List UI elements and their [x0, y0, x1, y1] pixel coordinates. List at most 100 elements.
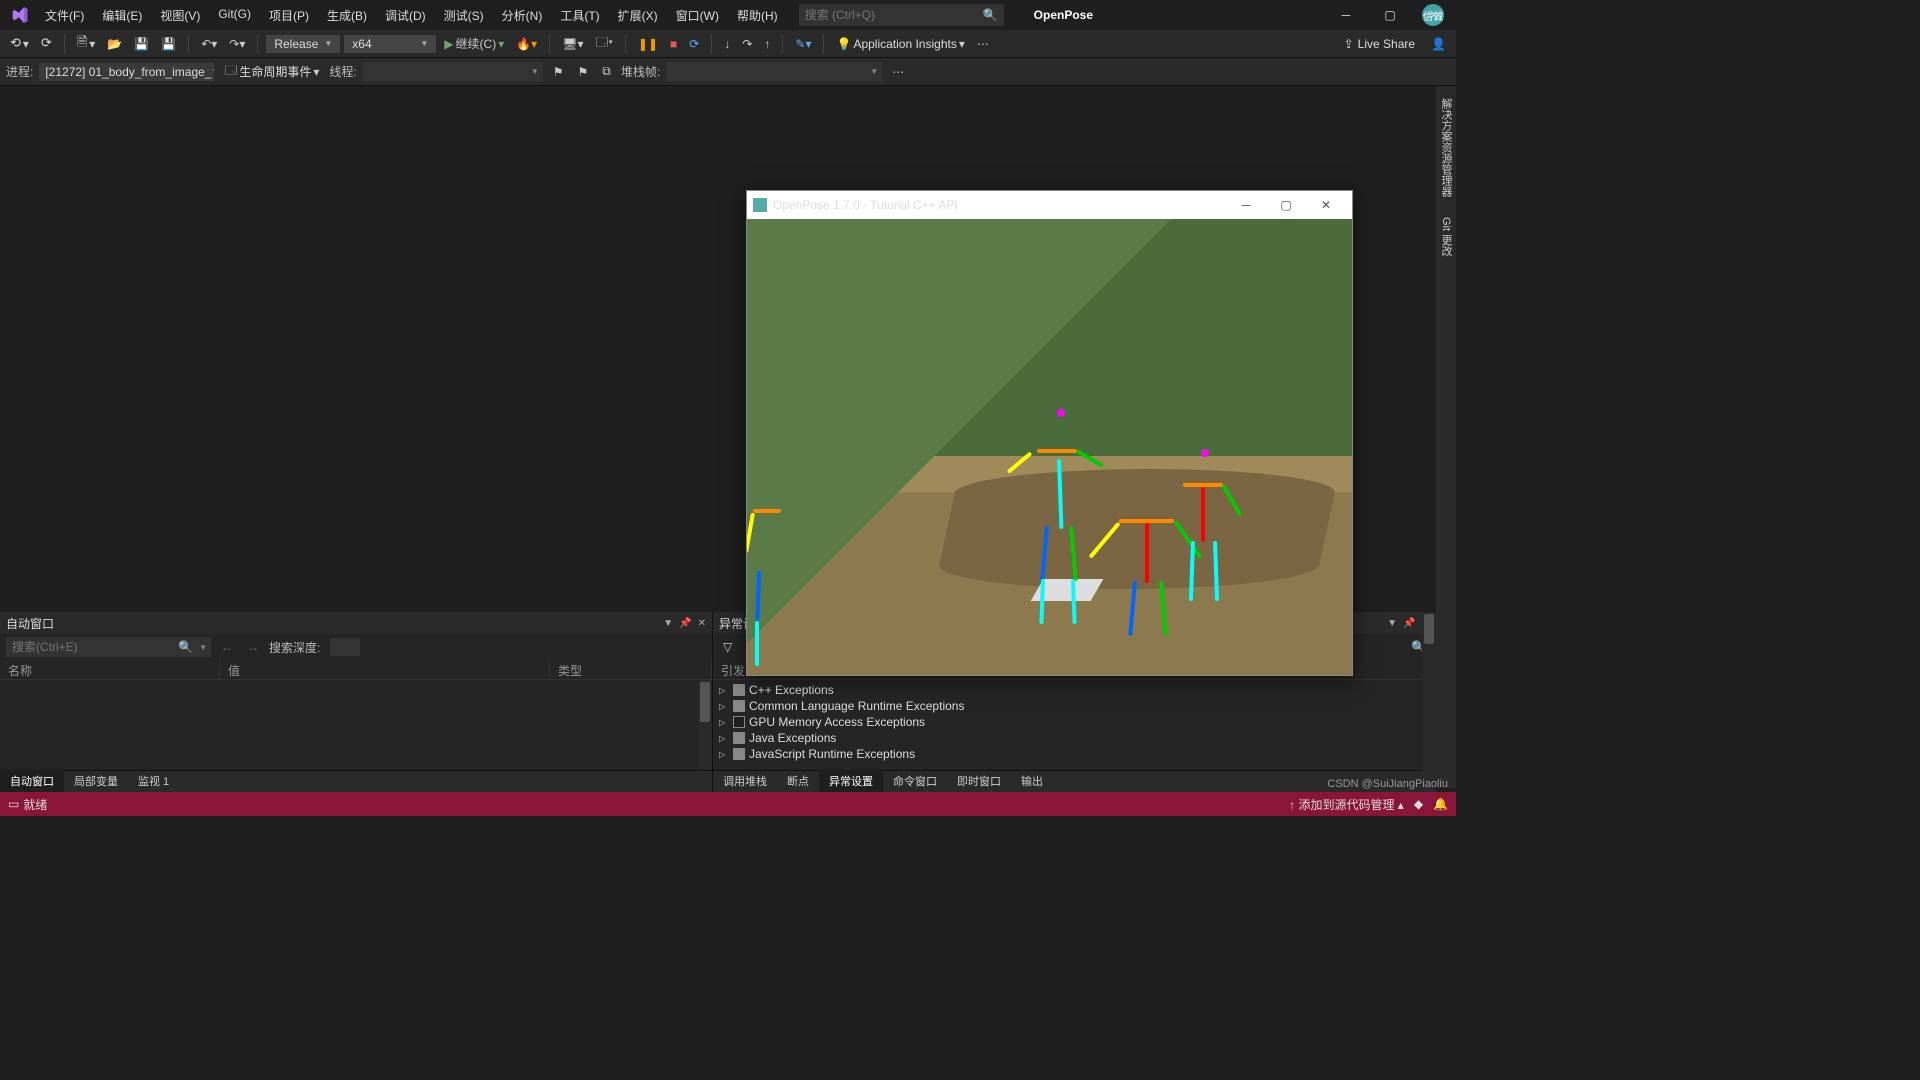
ex-row-clr[interactable]: ▷Common Language Runtime Exceptions	[713, 698, 1436, 714]
checkbox-icon[interactable]	[733, 700, 745, 712]
notifications-icon[interactable]: ▭	[8, 797, 19, 811]
tab-watch1[interactable]: 监视 1	[128, 770, 179, 792]
openpose-titlebar[interactable]: OpenPose 1.7.0 - Tutorial C++ API ─ ▢ ✕	[747, 191, 1352, 219]
menu-git[interactable]: Git(G)	[209, 3, 260, 28]
thread-dropdown[interactable]: ▼	[363, 62, 543, 82]
menu-test[interactable]: 测试(S)	[435, 3, 493, 28]
step-into-button[interactable]: ↓	[720, 35, 734, 53]
col-name[interactable]: 名称	[0, 660, 220, 679]
filter-icon[interactable]: ▽	[719, 638, 736, 656]
menu-window[interactable]: 窗口(W)	[667, 3, 728, 28]
checkbox-icon[interactable]	[733, 716, 745, 728]
tab-immediate[interactable]: 即时窗口	[947, 770, 1011, 792]
new-item-button[interactable]: 🗎▾	[73, 31, 99, 57]
step-over-button[interactable]: ↷	[738, 35, 756, 53]
flag2-button[interactable]: ⚑	[574, 63, 593, 81]
hot-reload-button[interactable]: 🔥▾	[512, 35, 541, 53]
vs-logo-icon	[10, 5, 30, 25]
live-share-button[interactable]: ⇪Live Share	[1344, 37, 1415, 51]
ex-row-gpu[interactable]: ▷GPU Memory Access Exceptions	[713, 714, 1436, 730]
feedback-button[interactable]: 👤	[1427, 35, 1450, 53]
continue-button[interactable]: ▶ 继续(C) ▾	[440, 33, 508, 54]
nav-fwd-button[interactable]: ⟳	[37, 34, 56, 53]
tab-autos[interactable]: 自动窗口	[0, 770, 64, 792]
menu-tools[interactable]: 工具(T)	[551, 3, 608, 28]
ex-row-cpp[interactable]: ▷C++ Exceptions	[713, 682, 1436, 698]
step-out-button[interactable]: ↑	[760, 35, 774, 53]
search-next-icon[interactable]: →	[243, 640, 263, 654]
menu-analyze[interactable]: 分析(N)	[493, 3, 552, 28]
menu-edit[interactable]: 编辑(E)	[93, 3, 151, 28]
win-maximize[interactable]: ▢	[1266, 191, 1306, 219]
minimize-button[interactable]: ─	[1324, 0, 1368, 30]
menu-extensions[interactable]: 扩展(X)	[609, 3, 667, 28]
menu-build[interactable]: 生成(B)	[318, 3, 376, 28]
source-control-button[interactable]: ↑ 添加到源代码管理 ▴	[1289, 796, 1404, 813]
tab-locals[interactable]: 局部变量	[64, 770, 128, 792]
stackframe-dropdown[interactable]: ▼	[666, 62, 882, 82]
autos-search-input[interactable]	[12, 640, 205, 654]
pin-icon[interactable]: 📌	[679, 618, 691, 629]
openpose-output-window[interactable]: OpenPose 1.7.0 - Tutorial C++ API ─ ▢ ✕	[746, 190, 1353, 676]
flag-button[interactable]: ⚑	[549, 63, 568, 81]
close-button[interactable]: ✕	[1412, 0, 1456, 30]
open-button[interactable]: 📂	[103, 35, 126, 53]
menu-project[interactable]: 项目(P)	[260, 3, 318, 28]
autos-search[interactable]: 🔍▼	[6, 637, 211, 657]
solution-explorer-tab[interactable]: 解决方案资源管理器	[1436, 94, 1456, 201]
platform-dropdown[interactable]: x64▼	[344, 35, 436, 53]
ex-row-java[interactable]: ▷Java Exceptions	[713, 730, 1436, 746]
undo-button[interactable]: ↶▾	[197, 35, 221, 53]
restart-button[interactable]: ⟳	[685, 35, 703, 53]
script-debug-button[interactable]: 🗔▾	[591, 31, 616, 56]
autos-scrollbar[interactable]	[698, 680, 712, 770]
panel-dropdown-icon[interactable]: ▼	[663, 618, 673, 629]
browser-button[interactable]: 🖥▾	[558, 35, 587, 53]
stop-button[interactable]: ■	[666, 35, 681, 53]
col-value[interactable]: 值	[220, 660, 550, 679]
nav-back-button[interactable]: ⟲▾	[6, 34, 33, 53]
git-changes-tab[interactable]: Git 更改	[1436, 213, 1456, 260]
checkbox-icon[interactable]	[733, 732, 745, 744]
tab-callstack[interactable]: 调用堆栈	[713, 770, 777, 792]
overflow-button[interactable]: ⋯	[973, 35, 993, 53]
col-type[interactable]: 类型	[550, 660, 712, 679]
process-dropdown[interactable]: [21272] 01_body_from_image_▼	[39, 63, 214, 81]
pin-icon[interactable]: 📌	[1403, 618, 1415, 629]
tools-button[interactable]: ✎▾	[791, 35, 815, 53]
depth-dropdown[interactable]	[330, 638, 360, 656]
checkbox-icon[interactable]	[733, 748, 745, 760]
global-search-input[interactable]	[805, 8, 998, 22]
global-search[interactable]: 🔍	[799, 4, 1004, 26]
save-button[interactable]: 💾	[130, 35, 153, 53]
panel-dropdown-icon[interactable]: ▼	[1387, 618, 1397, 629]
save-all-button[interactable]: 💾	[157, 35, 180, 53]
tab-command[interactable]: 命令窗口	[883, 770, 947, 792]
tab-breakpoints[interactable]: 断点	[777, 770, 819, 792]
menu-view[interactable]: 视图(V)	[151, 3, 209, 28]
menu-help[interactable]: 帮助(H)	[728, 3, 787, 28]
insights-button[interactable]: 💡 Application Insights ▾	[832, 35, 968, 53]
config-dropdown[interactable]: Release▼	[266, 35, 340, 53]
menu-debug[interactable]: 调试(D)	[376, 3, 435, 28]
panel-close-icon[interactable]: ✕	[698, 618, 706, 629]
tab-exception-settings[interactable]: 异常设置	[819, 770, 883, 792]
tab-output[interactable]: 输出	[1011, 770, 1053, 792]
lifecycle-button[interactable]: 🗔 生命周期事件 ▾	[220, 59, 323, 84]
ex-row-js[interactable]: ▷JavaScript Runtime Exceptions	[713, 746, 1436, 762]
threads-button[interactable]: ⧉	[598, 62, 615, 81]
autos-search-row: 🔍▼ ← → 搜索深度:	[0, 634, 712, 660]
status-bell-icon[interactable]: 🔔	[1433, 797, 1448, 811]
search-icon: 🔍	[983, 8, 998, 22]
search-prev-icon[interactable]: ←	[217, 640, 237, 654]
ex-scrollbar[interactable]	[1422, 680, 1436, 770]
toolbar-overflow[interactable]: ⋯	[888, 63, 908, 81]
depth-label: 搜索深度:	[269, 639, 320, 656]
checkbox-icon[interactable]	[733, 684, 745, 696]
redo-button[interactable]: ↷▾	[225, 35, 249, 53]
win-close[interactable]: ✕	[1306, 191, 1346, 219]
win-minimize[interactable]: ─	[1226, 191, 1266, 219]
menu-file[interactable]: 文件(F)	[36, 3, 93, 28]
maximize-button[interactable]: ▢	[1368, 0, 1412, 30]
pause-button[interactable]: ❚❚	[634, 35, 662, 53]
